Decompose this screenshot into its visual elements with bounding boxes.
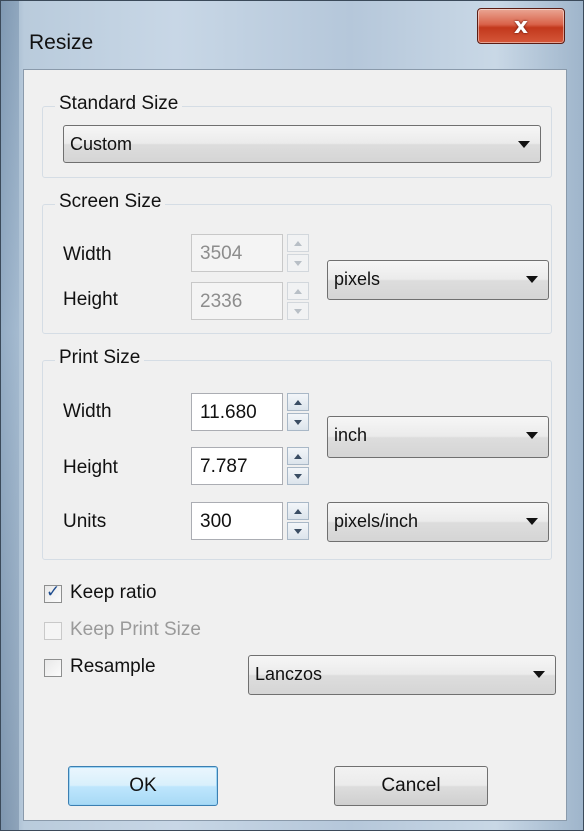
ok-button-label: OK <box>129 775 157 796</box>
screen-height-value: 2336 <box>200 291 243 312</box>
keep-print-size-label: Keep Print Size <box>70 619 201 640</box>
title-bar[interactable]: Resize x <box>1 1 584 61</box>
resolution-unit-dropdown[interactable]: pixels/inch <box>327 502 549 542</box>
screen-width-value: 3504 <box>200 243 243 264</box>
resample-label[interactable]: Resample <box>70 656 156 678</box>
resample-method-value: Lanczos <box>255 664 323 684</box>
screen-height-label: Height <box>63 289 118 310</box>
checkmark-icon: ✓ <box>46 582 61 602</box>
print-size-group: Print Size Width 11.680 Height 7.787 inc… <box>42 347 552 560</box>
keep-ratio-checkbox[interactable]: ✓ <box>44 582 62 603</box>
units-label: Units <box>63 511 107 532</box>
keep-print-size-checkbox[interactable] <box>44 622 62 640</box>
print-height-up-button[interactable] <box>287 447 309 465</box>
arrow-up-icon <box>294 241 302 246</box>
screen-width-field[interactable]: 3504 <box>191 234 283 272</box>
standard-size-group: Standard Size Custom <box>42 93 552 178</box>
arrow-up-icon <box>294 509 302 514</box>
print-width-up-button[interactable] <box>287 393 309 411</box>
print-width-field[interactable]: 11.680 <box>191 393 283 431</box>
print-width-spinner[interactable] <box>287 393 309 431</box>
screen-height-spinner[interactable] <box>287 282 309 320</box>
print-height-label: Height <box>63 457 118 478</box>
print-width-down-button[interactable] <box>287 413 309 431</box>
screen-size-group: Screen Size Width 3504 Height 2336 pixel… <box>42 191 552 334</box>
units-spinner[interactable] <box>287 502 309 540</box>
arrow-up-icon <box>294 289 302 294</box>
window-title: Resize <box>29 31 94 54</box>
standard-size-value: Custom <box>70 134 133 154</box>
units-up-button[interactable] <box>287 502 309 520</box>
screen-height-down-button[interactable] <box>287 302 309 320</box>
close-icon: x <box>513 13 529 39</box>
close-button[interactable]: x <box>477 8 565 44</box>
units-down-button[interactable] <box>287 522 309 540</box>
print-width-value: 11.680 <box>200 402 257 423</box>
print-size-title: Print Size <box>55 347 145 369</box>
print-height-down-button[interactable] <box>287 467 309 485</box>
arrow-up-icon <box>294 400 302 405</box>
print-unit-value: inch <box>334 425 368 445</box>
screen-size-title: Screen Size <box>55 191 166 213</box>
window-frame: Resize x Standard Size Custom Screen Siz… <box>0 0 584 831</box>
arrow-down-icon <box>294 529 302 534</box>
print-height-value: 7.787 <box>200 456 248 477</box>
resolution-unit-value: pixels/inch <box>334 511 419 531</box>
print-height-field[interactable]: 7.787 <box>191 447 283 485</box>
arrow-up-icon <box>294 454 302 459</box>
arrow-down-icon <box>294 474 302 479</box>
chevron-down-icon <box>533 671 545 678</box>
screen-width-spinner[interactable] <box>287 234 309 272</box>
cancel-button[interactable]: Cancel <box>334 766 488 806</box>
standard-size-dropdown[interactable]: Custom <box>63 125 541 163</box>
screen-width-down-button[interactable] <box>287 254 309 272</box>
keep-ratio-label[interactable]: Keep ratio <box>70 582 157 604</box>
arrow-down-icon <box>294 420 302 425</box>
ok-button[interactable]: OK <box>68 766 218 806</box>
screen-unit-dropdown[interactable]: pixels <box>327 260 549 300</box>
dialog-client-area: Standard Size Custom Screen Size Width 3… <box>23 69 567 821</box>
units-field[interactable]: 300 <box>191 502 283 540</box>
chevron-down-icon <box>526 276 538 283</box>
print-width-label: Width <box>63 401 112 422</box>
chevron-down-icon <box>518 141 530 148</box>
screen-height-up-button[interactable] <box>287 282 309 300</box>
standard-size-title: Standard Size <box>55 93 183 115</box>
print-height-spinner[interactable] <box>287 447 309 485</box>
screen-height-field[interactable]: 2336 <box>191 282 283 320</box>
resample-method-dropdown[interactable]: Lanczos <box>248 655 556 695</box>
screen-width-label: Width <box>63 244 112 265</box>
units-value: 300 <box>200 511 232 532</box>
cancel-button-label: Cancel <box>381 775 441 796</box>
screen-width-up-button[interactable] <box>287 234 309 252</box>
resample-checkbox[interactable] <box>44 659 62 677</box>
print-unit-dropdown[interactable]: inch <box>327 416 549 458</box>
chevron-down-icon <box>526 432 538 439</box>
chevron-down-icon <box>526 518 538 525</box>
screen-unit-value: pixels <box>334 269 381 289</box>
arrow-down-icon <box>294 309 302 314</box>
arrow-down-icon <box>294 261 302 266</box>
